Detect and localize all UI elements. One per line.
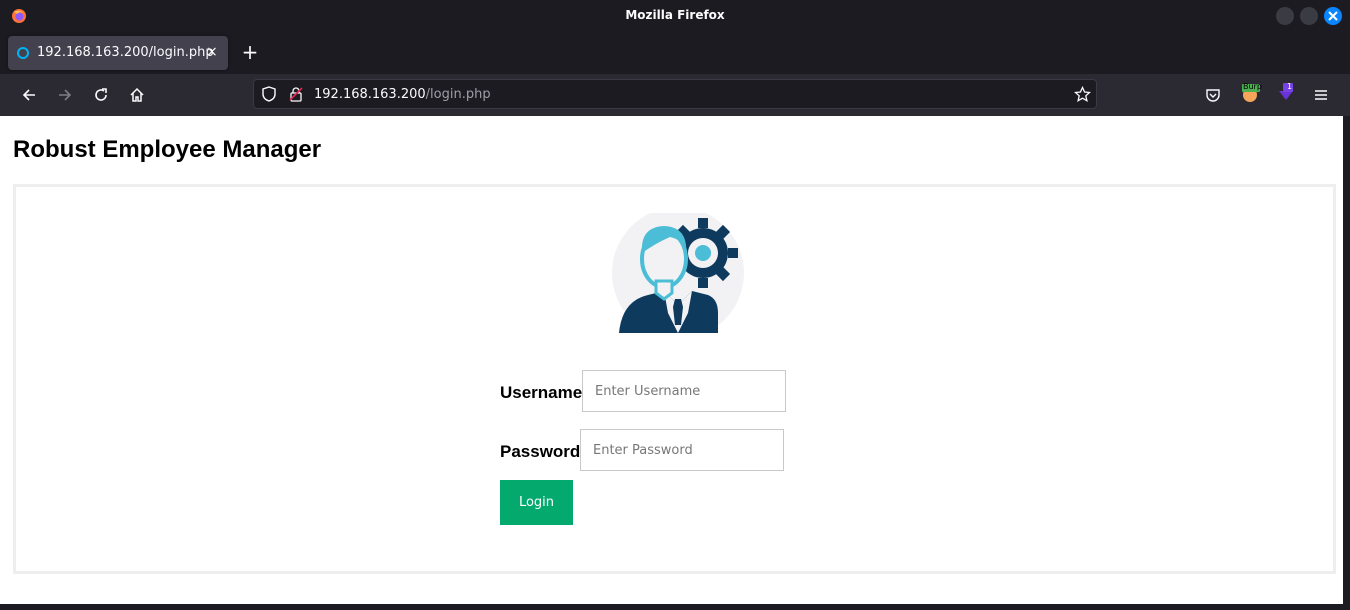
login-panel: Username Password Login: [13, 184, 1336, 574]
app-menu-icon[interactable]: [1312, 86, 1330, 104]
reload-icon[interactable]: [92, 86, 110, 104]
close-window-button[interactable]: [1324, 7, 1342, 25]
url-path: /login.php: [425, 87, 491, 102]
tab-close-button[interactable]: ×: [206, 44, 218, 60]
close-icon: [1328, 11, 1338, 21]
tracking-shield-icon[interactable]: [261, 86, 277, 102]
extension-badge-count: 1: [1287, 82, 1293, 91]
window-title: Mozilla Firefox: [625, 8, 725, 22]
page-viewport: Robust Employee Manager Username Enter U…: [0, 116, 1343, 604]
username-label: Username: [500, 383, 583, 402]
download-arrow-icon: [1279, 83, 1293, 100]
window-frame-right: [1343, 116, 1350, 610]
window-frame-bottom: [0, 604, 1350, 610]
login-button[interactable]: Login: [500, 480, 573, 525]
burp-extension-button[interactable]: Burp: [1240, 82, 1262, 103]
insecure-lock-icon[interactable]: [288, 86, 304, 102]
burp-extension-label: Burp: [1243, 82, 1262, 91]
tab-bar: 192.168.163.200/login.php ×: [0, 32, 1350, 74]
password-input[interactable]: [580, 429, 784, 471]
employee-manager-avatar: [612, 213, 744, 333]
loading-favicon-icon: [17, 47, 29, 59]
window-titlebar: Mozilla Firefox: [0, 0, 1350, 32]
minimize-button[interactable]: [1276, 7, 1294, 25]
page-title: Robust Employee Manager: [13, 136, 322, 163]
url-bar[interactable]: 192.168.163.200/login.php: [253, 79, 1097, 109]
bookmark-star-icon[interactable]: [1074, 86, 1091, 103]
navigation-toolbar: 192.168.163.200/login.php Burp 1: [0, 74, 1350, 116]
maximize-button[interactable]: [1300, 7, 1318, 25]
downloads-extension-button[interactable]: 1: [1276, 82, 1296, 103]
tab-login[interactable]: 192.168.163.200/login.php ×: [8, 36, 228, 70]
tab-title: 192.168.163.200/login.php: [37, 45, 214, 60]
forward-icon[interactable]: [56, 86, 74, 104]
home-icon[interactable]: [128, 86, 146, 104]
pocket-icon[interactable]: [1204, 86, 1222, 104]
username-input[interactable]: [582, 370, 786, 412]
password-label: Password: [500, 442, 581, 461]
url-text[interactable]: 192.168.163.200/login.php: [314, 87, 491, 102]
back-icon[interactable]: [20, 86, 38, 104]
url-host: 192.168.163.200: [314, 87, 426, 102]
new-tab-button[interactable]: +: [240, 42, 260, 62]
